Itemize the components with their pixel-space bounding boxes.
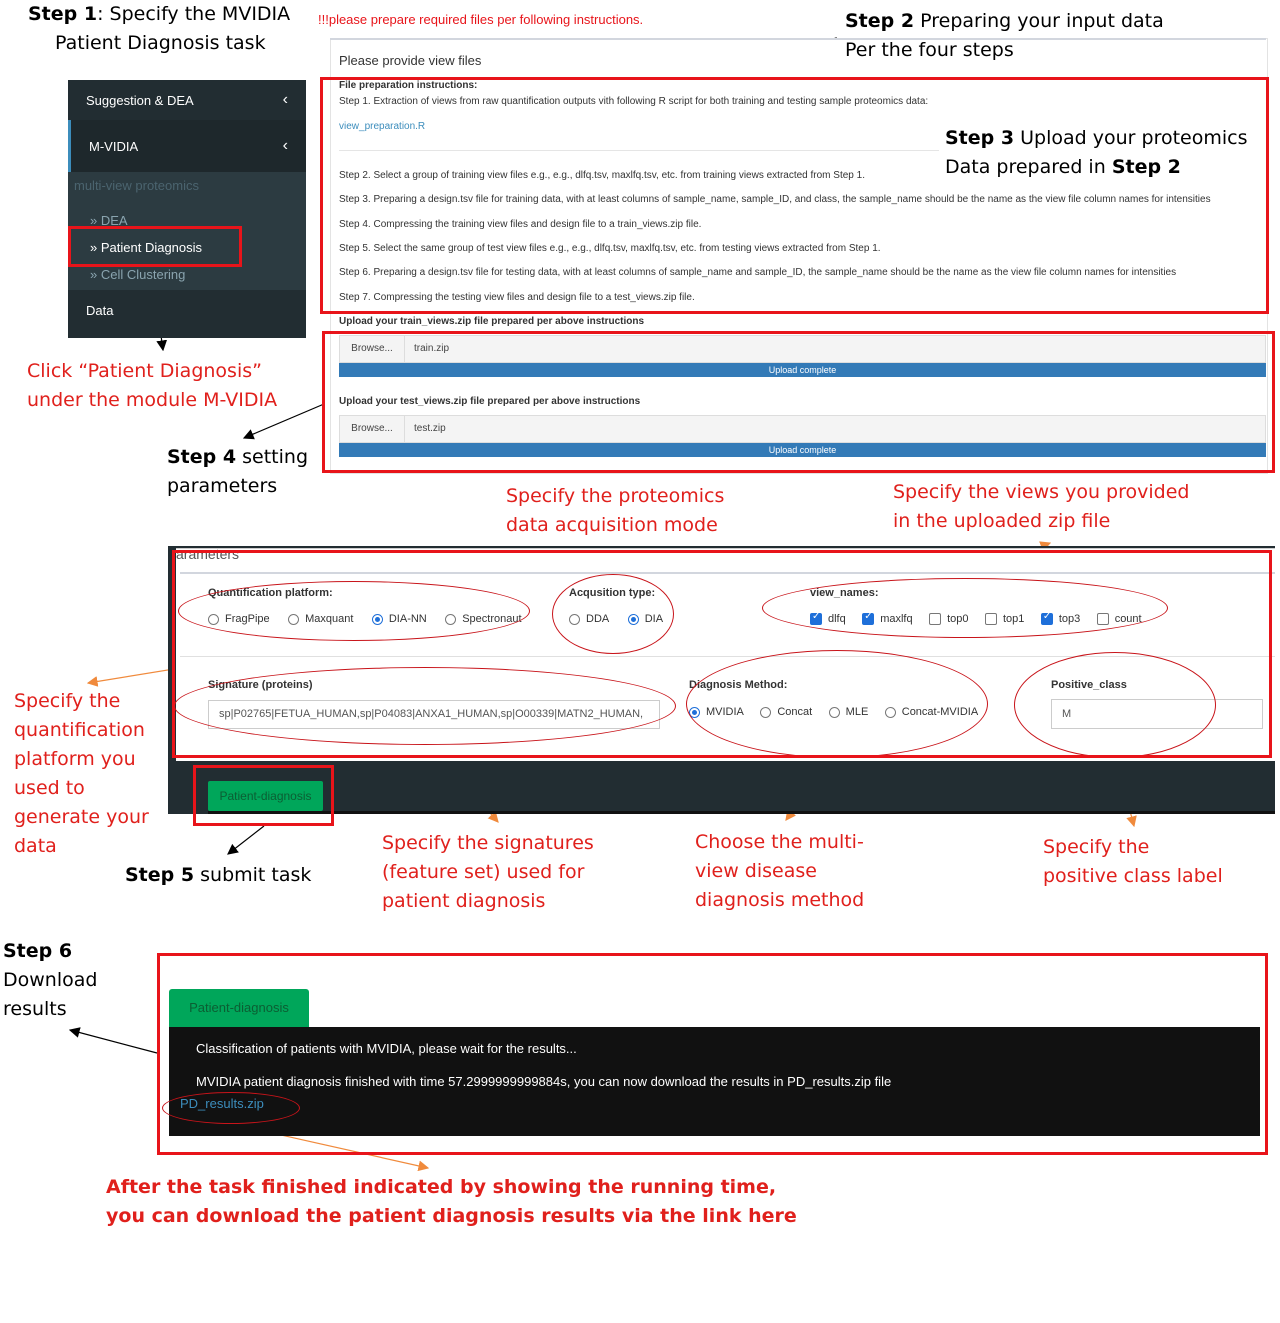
pos-line: Specify the [1043, 836, 1150, 858]
pos-line: positive class label [1043, 865, 1223, 887]
sidebar-item-data[interactable]: Data [68, 290, 306, 330]
train-upload-label: Upload your train_views.zip file prepare… [339, 316, 645, 327]
sig-line: Specify the signatures [382, 832, 594, 854]
click-line2: under the module M-VIDIA [27, 389, 278, 411]
sidebar-item-label: Cell Clustering [100, 267, 186, 282]
final-line1: After the task finished indicated by sho… [106, 1176, 777, 1198]
step5-bold: Step 5 [125, 864, 195, 886]
highlight-upload [322, 331, 1275, 473]
acq-line2: data acquisition mode [506, 514, 718, 536]
final-line2: you can download the patient diagnosis r… [106, 1205, 797, 1227]
highlight-patient-diagnosis [68, 226, 242, 267]
sig-annotation: Specify the signatures (feature set) use… [382, 829, 594, 916]
views-line2: in the uploaded zip file [893, 510, 1111, 532]
pos-annotation: Specify the positive class label [1043, 833, 1223, 891]
method-annotation: Choose the multi- view disease diagnosis… [695, 828, 864, 915]
click-annotation: Click “Patient Diagnosis” under the modu… [27, 357, 277, 415]
step1-line2: Patient Diagnosis task [55, 32, 266, 54]
step6-bold: Step 6 [3, 940, 73, 962]
chevron-left-icon: ‹ [282, 137, 288, 154]
views-line1: Specify the views you provided [893, 481, 1190, 503]
sidebar-item-label: Data [86, 302, 114, 318]
sig-line: (feature set) used for [382, 861, 585, 883]
step2-bold: Step 2 [845, 10, 915, 32]
step6-annotation: Step 6 Download results [3, 937, 97, 1024]
method-line: diagnosis method [695, 889, 865, 911]
sidebar-item-label: M-VIDIA [89, 138, 139, 154]
sidebar: Suggestion & DEA ‹ M-VIDIA ‹ multi-view pr… [68, 80, 306, 338]
step5-text: submit task [194, 864, 312, 886]
step5-annotation: Step 5 submit task [125, 861, 311, 890]
quant-line: platform you [14, 748, 136, 770]
highlight-submit [193, 765, 334, 826]
step3-text: Upload your proteomics [1014, 127, 1248, 149]
chevron-left-icon: ‹ [282, 91, 288, 108]
step4-line2: parameters [167, 475, 278, 497]
quant-annotation: Specify the quantification platform you … [14, 687, 149, 861]
quant-line: generate your [14, 806, 149, 828]
double-chevron-right-icon: » [90, 267, 98, 282]
step2-line2: Per the four steps [845, 39, 1014, 61]
highlight-params [172, 550, 1272, 758]
click-line1: Click “Patient Diagnosis” [27, 360, 262, 382]
sig-line: patient diagnosis [382, 890, 546, 912]
results-top-border [208, 811, 1275, 814]
sidebar-item-suggestion[interactable]: Suggestion & DEA ‹ [68, 80, 306, 120]
quant-line: data [14, 835, 57, 857]
sidebar-item-label: Suggestion & DEA [86, 92, 194, 108]
highlight-results [157, 953, 1268, 1155]
arrow-step5 [227, 825, 265, 855]
method-line: Choose the multi- [695, 831, 864, 853]
step4-text: setting [236, 446, 309, 468]
arrow-step6 [68, 1027, 158, 1054]
step3-line2b: Step 2 [1111, 156, 1181, 178]
quant-line: Specify the [14, 690, 121, 712]
step1-bold: Step 1 [28, 3, 98, 25]
warning-text: !!!please prepare required files per fol… [318, 12, 644, 27]
step2-text: Preparing your input data [914, 10, 1164, 32]
step1-annotation: Step 1: Specify the MVIDIA Patient Diagn… [28, 0, 290, 58]
views-annotation: Specify the views you provided in the up… [893, 478, 1189, 536]
step3-bold: Step 3 [945, 127, 1015, 149]
final-annotation: After the task finished indicated by sho… [106, 1173, 797, 1231]
step3-annotation: Step 3 Upload your proteomics Data prepa… [945, 124, 1248, 182]
acq-line1: Specify the proteomics [506, 485, 725, 507]
acq-annotation: Specify the proteomics data acquisition … [506, 482, 724, 540]
step4-annotation: Step 4 setting parameters [167, 443, 308, 501]
step6-line: results [3, 998, 67, 1020]
sidebar-caption: multi-view proteomics [74, 178, 199, 193]
panel-title: Please provide view files [339, 53, 482, 68]
method-line: view disease [695, 860, 817, 882]
step3-line2a: Data prepared in [945, 156, 1112, 178]
step2-annotation: Step 2 Preparing your input data Per the… [845, 7, 1164, 65]
step4-bold: Step 4 [167, 446, 237, 468]
quant-line: quantification [14, 719, 145, 741]
sidebar-item-mvidia[interactable]: M-VIDIA ‹ [68, 120, 306, 172]
step1-text: : Specify the MVIDIA [97, 3, 291, 25]
highlight-instructions [320, 77, 1269, 314]
quant-line: used to [14, 777, 85, 799]
step6-line: Download [3, 969, 98, 991]
